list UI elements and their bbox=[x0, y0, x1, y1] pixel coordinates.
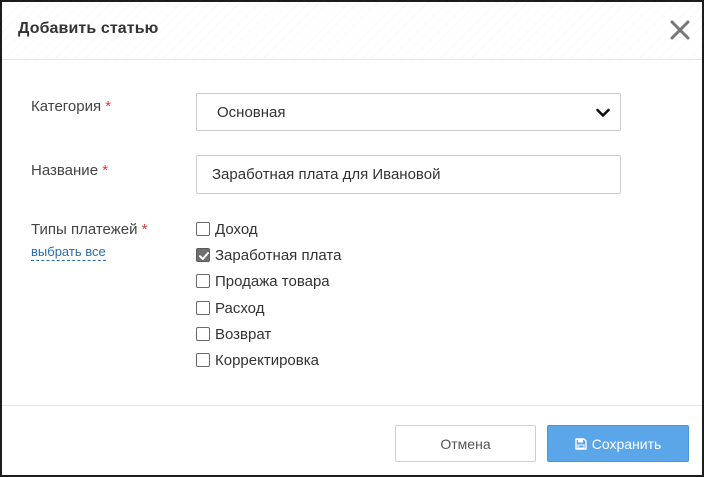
checkbox-item-refund[interactable]: Возврат bbox=[196, 326, 396, 346]
chevron-down-icon bbox=[596, 108, 610, 117]
name-input[interactable] bbox=[196, 155, 621, 194]
dialog-footer: Отмена Сохранить bbox=[2, 405, 702, 475]
save-button-label: Сохранить bbox=[591, 435, 662, 452]
required-mark: * bbox=[141, 221, 148, 238]
checkbox-checked[interactable] bbox=[196, 248, 210, 262]
checkbox[interactable] bbox=[196, 327, 210, 341]
name-label-text: Название bbox=[31, 162, 99, 179]
checkmark-icon bbox=[199, 252, 209, 260]
checkbox[interactable] bbox=[196, 222, 210, 236]
checkbox-label: Заработная плата bbox=[215, 247, 342, 264]
dialog-title: Добавить статью bbox=[18, 20, 159, 37]
checkbox-label: Расход bbox=[215, 300, 265, 317]
checkbox-label: Продажа товара bbox=[215, 273, 330, 290]
dialog-header: Добавить статью bbox=[2, 2, 702, 60]
checkbox-item-income[interactable]: Доход bbox=[196, 221, 396, 241]
checkbox-item-correction[interactable]: Корректировка bbox=[196, 352, 396, 372]
add-article-dialog: Добавить статью Категория * Основная Наз… bbox=[0, 0, 704, 477]
close-icon bbox=[670, 20, 690, 40]
required-mark: * bbox=[105, 98, 112, 115]
name-label: Название * bbox=[31, 162, 108, 179]
cancel-button[interactable]: Отмена bbox=[395, 425, 536, 462]
category-select[interactable]: Основная bbox=[196, 93, 621, 131]
payment-types-label: Типы платежей * bbox=[31, 221, 148, 238]
save-button[interactable]: Сохранить bbox=[547, 425, 689, 462]
floppy-disk-icon bbox=[575, 437, 587, 450]
category-label: Категория * bbox=[31, 98, 111, 115]
checkbox-label: Корректировка bbox=[215, 352, 319, 369]
checkbox[interactable] bbox=[196, 274, 210, 288]
checkbox-item-salary[interactable]: Заработная плата bbox=[196, 247, 396, 267]
category-label-text: Категория bbox=[31, 98, 102, 115]
checkbox-label: Возврат bbox=[215, 326, 272, 343]
checkbox-item-product-sale[interactable]: Продажа товара bbox=[196, 273, 396, 293]
required-mark: * bbox=[102, 162, 109, 179]
select-all-link[interactable]: выбрать все bbox=[31, 244, 106, 261]
checkbox-item-expense[interactable]: Расход bbox=[196, 300, 396, 320]
checkbox[interactable] bbox=[196, 353, 210, 367]
category-selected-value: Основная bbox=[217, 104, 286, 121]
close-button[interactable] bbox=[666, 16, 694, 44]
payment-types-label-text: Типы платежей bbox=[31, 221, 138, 238]
checkbox[interactable] bbox=[196, 301, 210, 315]
checkbox-label: Доход bbox=[215, 221, 258, 238]
